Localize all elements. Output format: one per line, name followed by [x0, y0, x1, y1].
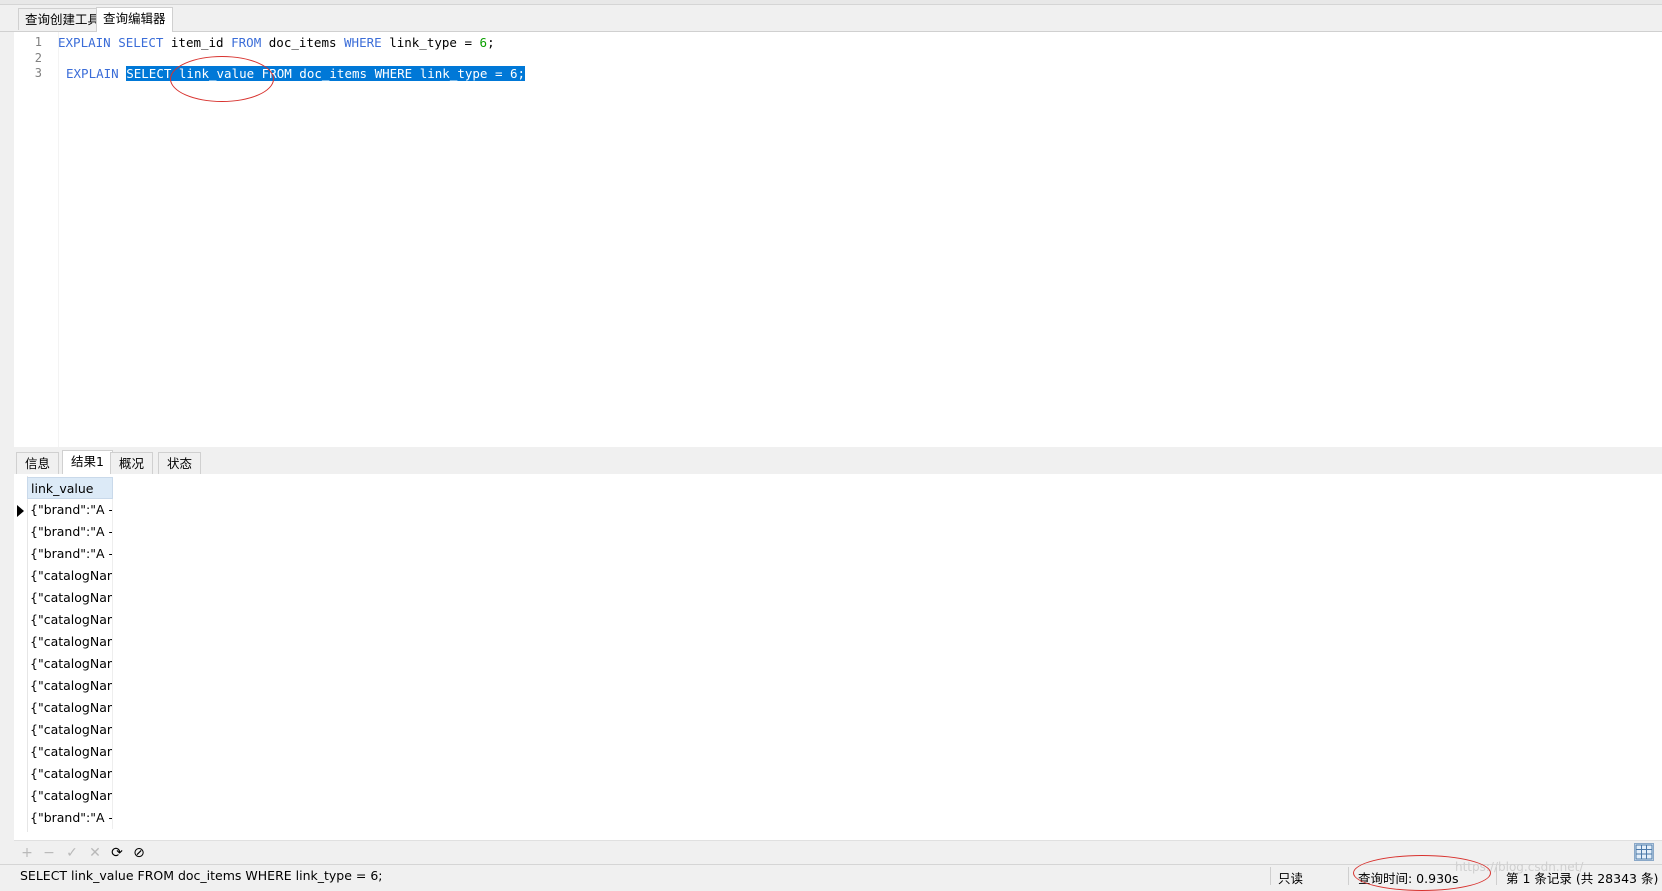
row-indicator-column [14, 476, 28, 832]
line-number: 2 [34, 51, 42, 65]
identifier: item_id [170, 35, 224, 50]
keyword: EXPLAIN [58, 35, 111, 50]
status-sql: SELECT link_value FROM doc_items WHERE l… [20, 868, 383, 883]
table-row[interactable]: {"catalogName [27, 565, 113, 587]
status-divider [1348, 867, 1349, 885]
table-row[interactable]: {"catalogName [27, 785, 113, 807]
table-row[interactable]: {"brand":"A - 星 [27, 543, 113, 565]
x-icon[interactable]: ✕ [86, 844, 104, 862]
table-row[interactable]: {"brand":"A - 星 [27, 499, 113, 521]
sql-editor[interactable] [14, 32, 1662, 447]
code-line-1[interactable]: EXPLAIN SELECT item_id FROM doc_items WH… [58, 35, 495, 50]
line-number-gutter [14, 32, 59, 447]
minus-icon[interactable]: − [40, 844, 58, 862]
code-line-3[interactable]: EXPLAIN SELECT link_value FROM doc_items… [66, 66, 526, 81]
table-row[interactable]: {"catalogName [27, 763, 113, 785]
tab-query-builder[interactable]: 查询创建工具 [18, 8, 108, 30]
current-row-pointer-icon [17, 505, 24, 517]
table-row[interactable]: {"catalogName [27, 587, 113, 609]
table-row[interactable]: {"catalogName [27, 609, 113, 631]
tab-result-1[interactable]: 结果1 [62, 450, 113, 475]
plus-icon[interactable]: + [18, 844, 36, 862]
keyword: SELECT [118, 35, 164, 50]
number-literal: 6 [479, 35, 488, 50]
table-row[interactable]: {"brand":"A - 星 [27, 807, 113, 829]
result-tab-bar: 信息 结果1 概况 状态 [14, 450, 1662, 475]
keyword: EXPLAIN [66, 66, 119, 81]
tab-info[interactable]: 信息 [16, 452, 60, 474]
keyword: WHERE [344, 35, 382, 50]
stop-icon[interactable]: ⊘ [130, 844, 148, 862]
table-row[interactable]: {"catalogName [27, 653, 113, 675]
editor-tab-bar: 查询创建工具 查询编辑器 [0, 5, 1662, 32]
line-number: 1 [34, 35, 42, 49]
identifier: doc_items [268, 35, 337, 50]
refresh-icon[interactable]: ⟳ [108, 844, 126, 862]
semicolon: ; [487, 35, 495, 50]
table-row[interactable]: {"catalogName [27, 741, 113, 763]
check-icon[interactable]: ✓ [63, 844, 81, 862]
tab-query-editor[interactable]: 查询编辑器 [96, 7, 173, 32]
tab-overview[interactable]: 概况 [110, 452, 154, 474]
table-row[interactable]: {"catalogName [27, 675, 113, 697]
table-row[interactable]: {"catalogName [27, 631, 113, 653]
result-grid[interactable] [14, 474, 1662, 840]
annotation-ellipse [170, 56, 274, 102]
grid-view-icon[interactable] [1634, 843, 1654, 861]
identifier: link_type = [389, 35, 472, 50]
line-number: 3 [34, 66, 42, 80]
status-mode: 只读 [1278, 871, 1304, 886]
table-row[interactable]: {"catalogName [27, 719, 113, 741]
status-divider [1270, 867, 1271, 885]
column-header-link-value[interactable]: link_value [27, 477, 113, 499]
table-row[interactable]: {"brand":"A - 星 [27, 521, 113, 543]
table-row[interactable]: {"catalogName [27, 697, 113, 719]
tab-status[interactable]: 状态 [158, 452, 202, 474]
keyword: FROM [231, 35, 262, 50]
